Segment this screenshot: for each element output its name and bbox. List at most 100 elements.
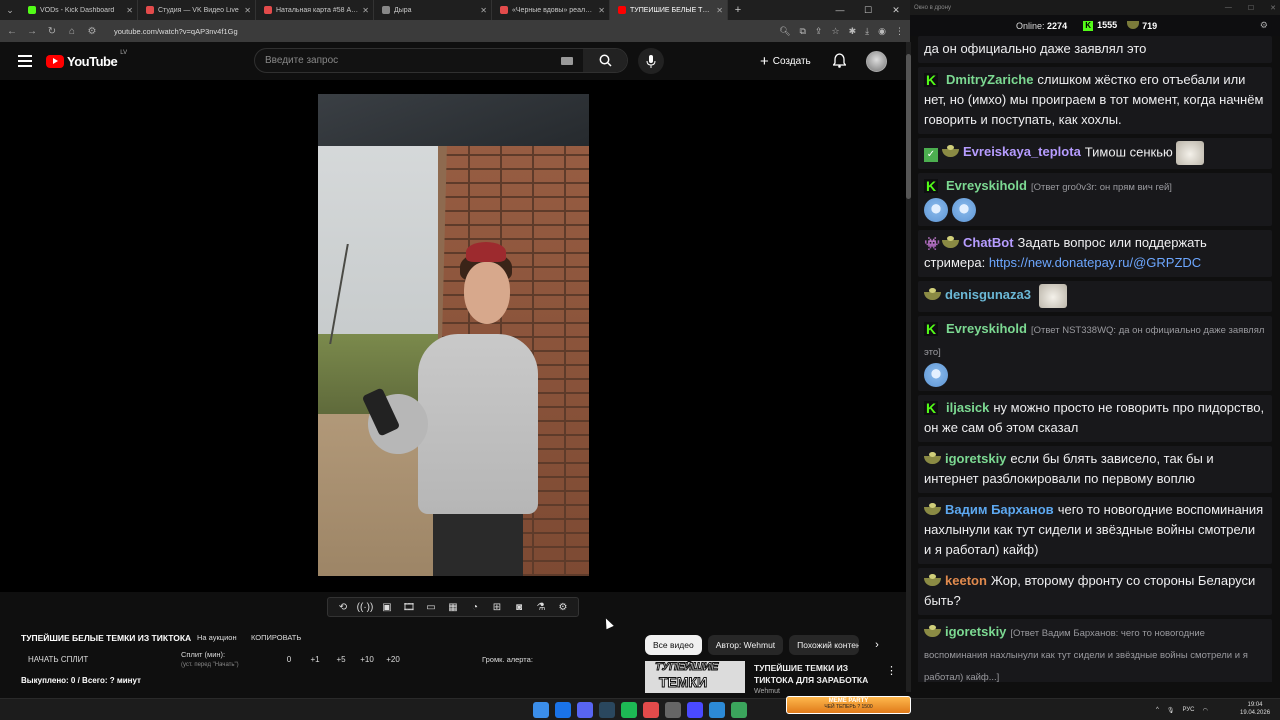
chat-minimize-icon[interactable]: — [1225, 4, 1232, 12]
tab-close-icon[interactable]: ✕ [480, 6, 487, 15]
create-button[interactable]: + Создать [760, 53, 811, 70]
split-button[interactable]: +10 [354, 655, 380, 664]
chat-username[interactable]: Evreyskihold [946, 178, 1027, 193]
chat-link[interactable]: https://new.donatepay.ru/@GRPZDC [989, 255, 1201, 270]
extensions-icon[interactable]: ✱ [849, 26, 857, 37]
chat-username[interactable]: denisgunaza3 [945, 287, 1031, 302]
chat-username[interactable]: keeton [945, 573, 987, 588]
search-input[interactable]: Введите запрос [255, 55, 561, 66]
pip-icon[interactable]: ▭ [422, 602, 440, 613]
broadcast-icon[interactable]: ((·)) [356, 602, 374, 613]
split-button[interactable]: 0 [276, 655, 302, 664]
back-icon[interactable]: ← [6, 26, 18, 37]
wifi-icon[interactable]: ◠ [1202, 707, 1207, 714]
tray-expand-icon[interactable]: ^ [1156, 707, 1159, 713]
avatar[interactable] [866, 51, 887, 72]
bookmark-star-icon[interactable]: ☆ [832, 26, 840, 37]
video-thumbnail[interactable]: ТУПЕЙШИЕ ТЕМКИ [645, 661, 745, 693]
site-info-icon[interactable]: ⚙ [86, 26, 98, 37]
scrollbar-thumb[interactable] [906, 54, 911, 199]
tab-close-icon[interactable]: ✕ [244, 6, 251, 15]
voice-search-button[interactable] [638, 48, 664, 74]
meme-party-widget[interactable]: MEME PARTY ЧЕЙ ТЕПЕРЬ ? 1500 [786, 696, 911, 714]
new-tab-button[interactable]: + [728, 4, 748, 16]
reload-icon[interactable]: ↻ [46, 26, 58, 37]
chat-username[interactable]: ChatBot [963, 235, 1014, 250]
telegram-icon[interactable] [709, 702, 725, 718]
chevron-right-icon[interactable]: › [875, 639, 879, 651]
chrome-icon[interactable] [555, 702, 571, 718]
subtitles-add-icon[interactable]: ⊞ [488, 602, 506, 613]
frames-icon[interactable]: ▦ [444, 602, 462, 613]
chat-username[interactable]: Вадим Бархaнов [945, 502, 1054, 517]
language-indicator[interactable]: РУС [1182, 707, 1194, 713]
chat-close-icon[interactable]: ✕ [1270, 4, 1276, 12]
start-icon[interactable] [533, 702, 549, 718]
recommended-video[interactable]: ТУПЕЙШИЕ ТЕМКИ ТУПЕЙШИЕ ТЕМКИ ИЗ ТИКТОКА… [645, 661, 905, 695]
downloads-icon[interactable]: ⤓ [865, 26, 869, 37]
profile-icon[interactable]: ◉ [878, 26, 886, 37]
page-scrollbar[interactable] [906, 42, 911, 692]
chat-maximize-icon[interactable]: ☐ [1248, 4, 1254, 12]
recommended-title[interactable]: ТУПЕЙШИЕ ТЕМКИ ИЗ ТИКТОКА ДЛЯ ЗАРАБОТКА [754, 662, 884, 686]
close-window-icon[interactable]: ✕ [882, 5, 910, 16]
app-icon[interactable] [687, 702, 703, 718]
browser-tab[interactable]: «Черные вдовы» реальность ✕ [492, 0, 610, 20]
speed-icon[interactable]: ◔ [466, 602, 484, 613]
minimize-icon[interactable]: — [826, 5, 854, 16]
chat-username[interactable]: Evreyskihold [946, 321, 1027, 336]
split-button[interactable]: +20 [380, 655, 406, 664]
app-icon[interactable] [643, 702, 659, 718]
chat-username[interactable]: Evreiskaya_teplota [963, 144, 1081, 159]
menu-burger-icon[interactable] [18, 55, 32, 67]
chat-username[interactable]: DmitryZariche [946, 72, 1033, 87]
app-icon[interactable] [665, 702, 681, 718]
browser-tab[interactable]: Натальная карта #58 Артемий✕ [256, 0, 374, 20]
split-button[interactable]: +1 [302, 655, 328, 664]
split-button[interactable]: +5 [328, 655, 354, 664]
forward-icon[interactable]: → [26, 26, 38, 37]
zoom-icon[interactable]: 🔍︎ [779, 26, 790, 37]
discord-icon[interactable] [577, 702, 593, 718]
home-icon[interactable]: ⌂ [66, 26, 78, 37]
steam-icon[interactable] [599, 702, 615, 718]
browser-tab[interactable]: Дыра ✕ [374, 0, 492, 20]
cast-view-icon[interactable]: ▣ [378, 602, 396, 613]
filter-chip[interactable]: Автор: Wehmut [707, 635, 784, 655]
chat-settings-icon[interactable]: ⚙ [1260, 20, 1268, 31]
tab-close-icon[interactable]: ✕ [362, 6, 369, 15]
url-field[interactable]: youtube.com/watch?v=qAP3nv4f1Gg [106, 27, 771, 36]
browser-tab[interactable]: Студия — VK Видео Live ✕ [138, 0, 256, 20]
clock[interactable]: 19:04 19.04.2026 [1240, 701, 1270, 717]
tab-close-icon[interactable]: ✕ [598, 6, 605, 15]
settings-gear-icon[interactable]: ⚙ [554, 602, 572, 613]
tab-close-icon[interactable]: ✕ [126, 6, 133, 15]
search-button[interactable] [583, 49, 627, 72]
tab-close-icon[interactable]: ✕ [716, 6, 723, 15]
more-vert-icon[interactable]: ⋮ [886, 664, 897, 677]
menu-icon[interactable]: ⋮ [895, 26, 904, 37]
start-split-button[interactable]: НАЧАТЬ СПЛИТ [28, 655, 88, 664]
video-frame[interactable] [318, 94, 589, 576]
filter-chip[interactable]: Похожий контент [789, 635, 860, 655]
chat-username[interactable]: igoretskiy [945, 451, 1006, 466]
youtube-logo[interactable]: YouTube LV [46, 50, 127, 69]
video-player[interactable] [0, 80, 906, 592]
app-icon[interactable] [731, 702, 747, 718]
notifications-button[interactable] [832, 53, 847, 73]
install-icon[interactable]: ⧉ [800, 26, 806, 37]
chat-username[interactable]: iljasick [946, 400, 989, 415]
screenshot-icon[interactable]: ◙ [510, 602, 528, 613]
keyboard-icon[interactable] [561, 56, 573, 65]
loop-icon[interactable]: ⟲ [334, 602, 352, 613]
tab-search-icon[interactable]: ⌄ [0, 0, 20, 20]
filmstrip-icon[interactable]: 🎞︎ [400, 602, 418, 613]
chat-username[interactable]: igoretskiy [945, 624, 1006, 639]
spotify-icon[interactable] [621, 702, 637, 718]
browser-tab[interactable]: VODs - Kick Dashboard ✕ [20, 0, 138, 20]
recommended-author[interactable]: Wehmut [754, 688, 780, 695]
share-icon[interactable]: ⇪ [815, 26, 823, 37]
flask-icon[interactable]: ⚗ [532, 602, 550, 613]
browser-tab[interactable]: ТУПЕЙШИЕ БЕЛЫЕ ТЕМКИ ✕ [610, 0, 728, 20]
maximize-icon[interactable]: ☐ [854, 5, 882, 16]
